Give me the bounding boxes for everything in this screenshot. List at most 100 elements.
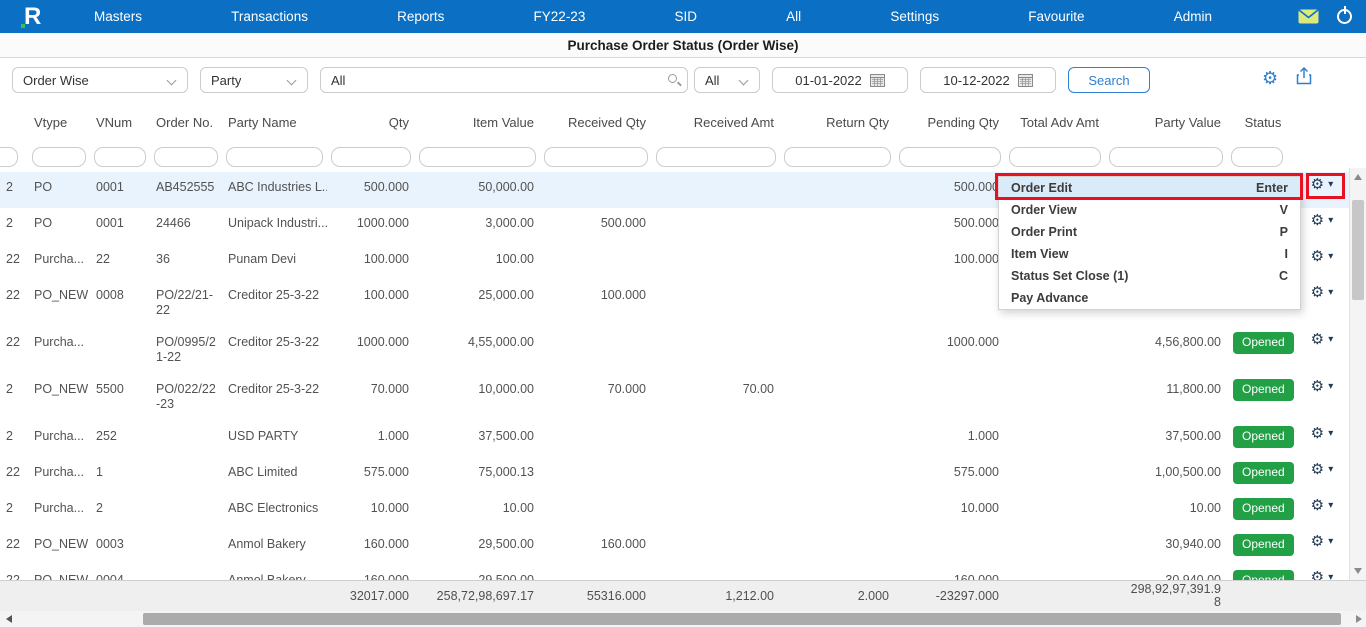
column-header-received_qty[interactable]: Received Qty (540, 113, 652, 132)
table-row[interactable]: 22 Purcha... 1 ABC Limited 575.000 75,000.13 5… (0, 457, 1349, 493)
horizontal-scrollbar[interactable] (0, 611, 1366, 627)
row-actions-gear-icon[interactable]: ⚙ ▾ (1311, 569, 1334, 580)
row-actions-caret-icon: ▾ (1328, 381, 1334, 392)
column-header-return_qty[interactable]: Return Qty (780, 113, 895, 132)
date-from-input[interactable]: 01-01-2022 (772, 67, 908, 93)
scope-select[interactable]: All (694, 67, 760, 93)
horizontal-scroll-thumb[interactable] (143, 613, 1341, 625)
table-row[interactable]: 22 Purcha... PO/0995/21-22 Creditor 25-3-22… (0, 327, 1349, 374)
nav-item-sid[interactable]: SID (668, 9, 703, 24)
row-actions-gear-icon[interactable]: ⚙ ▾ (1311, 461, 1334, 478)
column-header-total_adv_amt[interactable]: Total Adv Amt (1005, 113, 1105, 132)
table-row[interactable]: 22 PO_NEW 0004 Anmol Bakery 160.000 29,500.00… (0, 565, 1349, 580)
cell-party_name: Anmol Bakery (228, 573, 306, 580)
export-icon[interactable] (1296, 67, 1312, 85)
row-actions-gear-icon[interactable]: ⚙ ▾ (1311, 248, 1334, 265)
row-actions-gear-icon[interactable]: ⚙ ▾ (1311, 378, 1334, 395)
nav-item-admin[interactable]: Admin (1168, 9, 1218, 24)
cell-received_amt (652, 208, 780, 225)
column-header-vnum[interactable]: VNum (90, 113, 150, 132)
nav-item-all[interactable]: All (780, 9, 807, 24)
column-filter-input-qty[interactable] (331, 147, 411, 167)
nav-item-favourite[interactable]: Favourite (1022, 9, 1090, 24)
row-actions-gear-icon[interactable]: ⚙ ▾ (1311, 212, 1334, 229)
cell-party_value: 4,56,800.00 (1154, 335, 1221, 349)
app-window: R Masters Transactions Reports FY22-23 SID Al… (0, 0, 1366, 627)
cell-party_value: 10.00 (1189, 501, 1221, 515)
menu-item-status-set-close-1-[interactable]: Status Set Close (1) C (999, 265, 1300, 287)
cell-pending_qty: 1000.000 (946, 335, 999, 349)
menu-item-order-edit[interactable]: Order Edit Enter (999, 177, 1300, 199)
column-filter-input-frag[interactable] (0, 147, 18, 167)
table-row[interactable]: 2 Purcha... 252 USD PARTY 1.000 37,500.00 1.00… (0, 421, 1349, 457)
calendar-icon[interactable] (869, 73, 885, 87)
search-field-select[interactable]: Party (200, 67, 308, 93)
total-received_qty: 55316.000 (586, 588, 646, 603)
navbar-menu: Masters Transactions Reports FY22-23 SID All S… (88, 0, 1218, 33)
status-cell: Opened (1227, 565, 1299, 580)
date-to-input[interactable]: 10-12-2022 (920, 67, 1056, 93)
column-filter-input-order_no[interactable] (154, 147, 218, 167)
column-header-item_value[interactable]: Item Value (415, 113, 540, 132)
column-filter-input-status[interactable] (1231, 147, 1283, 167)
mail-icon[interactable] (1298, 9, 1319, 24)
column-filter-input-vnum[interactable] (94, 147, 146, 167)
grid-settings-gear-icon[interactable]: ⚙ (1262, 66, 1278, 90)
column-filter-input-party_value[interactable] (1109, 147, 1223, 167)
column-filter-input-pending_qty[interactable] (899, 147, 1001, 167)
search-input[interactable]: All (320, 67, 688, 93)
filter-cell-received_qty (540, 147, 652, 167)
row-actions-gear-icon[interactable]: ⚙ ▾ (1311, 284, 1334, 301)
menu-item-pay-advance[interactable]: Pay Advance (999, 287, 1300, 309)
calendar-icon[interactable] (1017, 73, 1033, 87)
column-filter-input-received_amt[interactable] (656, 147, 776, 167)
scroll-up-arrow-icon[interactable] (1354, 174, 1362, 180)
menu-item-shortcut: V (1279, 203, 1288, 217)
column-filter-input-received_qty[interactable] (544, 147, 648, 167)
power-icon[interactable] (1337, 6, 1352, 24)
column-header-party_name[interactable]: Party Name (222, 113, 327, 132)
column-header-status[interactable]: Status (1227, 113, 1299, 132)
column-header-order_no[interactable]: Order No. (150, 113, 222, 132)
column-header-party_value[interactable]: Party Value (1105, 113, 1227, 132)
column-header-vtype[interactable]: Vtype (28, 113, 90, 132)
column-header-pending_qty[interactable]: Pending Qty (895, 113, 1005, 132)
nav-item-transactions[interactable]: Transactions (225, 9, 314, 24)
column-filter-input-total_adv_amt[interactable] (1009, 147, 1101, 167)
column-header-qty[interactable]: Qty (327, 113, 415, 132)
scroll-down-arrow-icon[interactable] (1354, 568, 1362, 574)
date-from-value: 01-01-2022 (795, 72, 862, 88)
scroll-left-arrow-icon[interactable] (6, 615, 12, 623)
cell-received_amt (652, 565, 780, 580)
row-actions-gear-icon[interactable]: ⚙ ▾ (1311, 176, 1334, 193)
nav-item-reports[interactable]: Reports (391, 9, 450, 24)
row-actions-gear-icon[interactable]: ⚙ ▾ (1311, 425, 1334, 442)
nav-item-fy22-23[interactable]: FY22-23 (528, 9, 592, 24)
nav-item-settings[interactable]: Settings (884, 9, 945, 24)
vertical-scrollbar[interactable] (1349, 168, 1366, 580)
column-filter-input-item_value[interactable] (419, 147, 536, 167)
vertical-scroll-thumb[interactable] (1352, 200, 1364, 300)
view-mode-select[interactable]: Order Wise (12, 67, 188, 93)
menu-item-item-view[interactable]: Item View I (999, 243, 1300, 265)
column-header-received_amt[interactable]: Received Amt (652, 113, 780, 132)
menu-item-order-print[interactable]: Order Print P (999, 221, 1300, 243)
cell-received_amt: 70.00 (742, 382, 774, 396)
table-row[interactable]: 22 PO_NEW 0003 Anmol Bakery 160.000 29,500.00… (0, 529, 1349, 565)
search-button[interactable]: Search (1068, 67, 1150, 93)
column-filter-input-vtype[interactable] (32, 147, 86, 167)
menu-item-order-view[interactable]: Order View V (999, 199, 1300, 221)
table-row[interactable]: 2 PO_NEW 5500 PO/022/22-23 Creditor 25-3-22 7… (0, 374, 1349, 421)
row-actions-gear-icon[interactable]: ⚙ ▾ (1311, 497, 1334, 514)
column-filter-input-party_name[interactable] (226, 147, 323, 167)
row-actions-gear-icon[interactable]: ⚙ ▾ (1311, 533, 1334, 550)
row-actions-gear-icon[interactable]: ⚙ ▾ (1311, 331, 1334, 348)
table-row[interactable]: 2 Purcha... 2 ABC Electronics 10.000 10.00 10.… (0, 493, 1349, 529)
scroll-right-arrow-icon[interactable] (1356, 615, 1362, 623)
cell-return_qty (780, 565, 895, 580)
column-filter-input-return_qty[interactable] (784, 147, 891, 167)
nav-item-masters[interactable]: Masters (88, 9, 148, 24)
filter-cell-status (1227, 147, 1299, 167)
menu-item-label: Item View (1011, 247, 1069, 261)
app-logo[interactable]: R (16, 2, 56, 31)
